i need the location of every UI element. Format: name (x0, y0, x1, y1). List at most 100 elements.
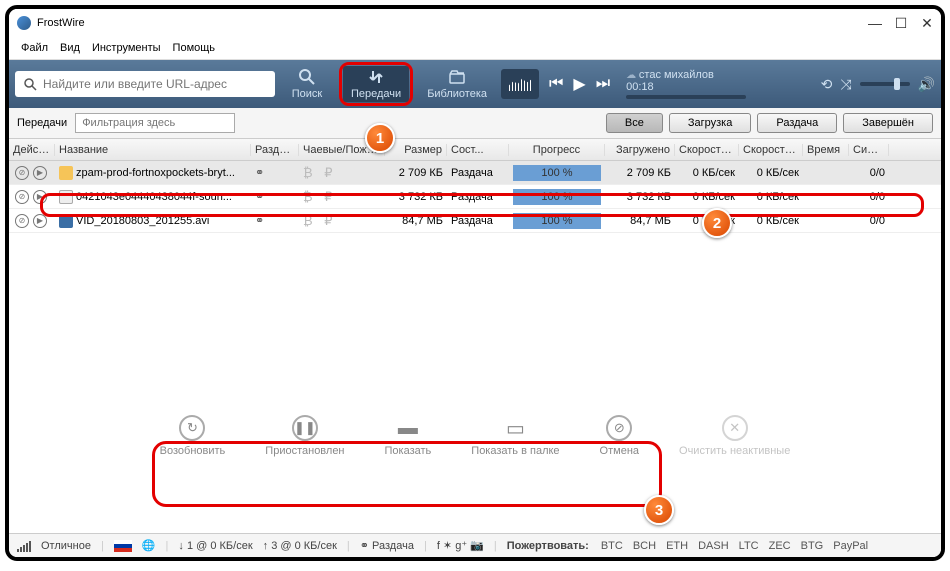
app-title: FrostWire (37, 17, 869, 29)
coin-btc[interactable]: BTC (599, 540, 625, 552)
stop-icon[interactable]: ⊘ (15, 166, 29, 180)
tab-downloading[interactable]: Загрузка (669, 113, 751, 133)
resume-button[interactable]: ↻Возобновить (160, 415, 226, 457)
pause-icon: ❚❚ (292, 415, 318, 441)
play-button[interactable]: ▶ (573, 74, 585, 94)
menu-tools[interactable]: Инструменты (88, 40, 165, 56)
tab-finished[interactable]: Завершён (843, 113, 933, 133)
upload-speed: ↑ 3 @ 0 КБ/сек (263, 540, 337, 552)
statusbar: Отличное | 🌐 | ↓ 1 @ 0 КБ/сек ↑ 3 @ 0 КБ… (9, 533, 941, 557)
playback-time: 00:18 (626, 81, 654, 93)
stop-icon[interactable]: ⊘ (15, 190, 29, 204)
soundcloud-button[interactable] (501, 69, 539, 99)
col-name[interactable]: Название (55, 144, 251, 156)
table-row[interactable]: ⊘▶VID_20180803_201255.avi⚭₿ ₽84,7 МБРазд… (9, 209, 941, 233)
col-size[interactable]: Размер (385, 144, 447, 156)
toolbar-library-button[interactable]: Библиотека (419, 66, 495, 102)
toolbar-search-button[interactable]: Поиск (281, 66, 333, 102)
file-icon (59, 214, 73, 228)
social-icons[interactable]: f ✶ g⁺ 📷 (437, 539, 484, 552)
play-icon[interactable]: ▶ (33, 166, 47, 180)
minimize-button[interactable]: — (869, 17, 881, 29)
row-size: 2 709 КБ (385, 167, 447, 179)
volume-slider[interactable] (860, 82, 910, 86)
row-downloaded: 2 709 КБ (605, 167, 675, 179)
play-icon[interactable]: ▶ (33, 214, 47, 228)
coin-zec[interactable]: ZEC (767, 540, 793, 552)
coin-paypal[interactable]: PayPal (831, 540, 870, 552)
download-speed: ↓ 1 @ 0 КБ/сек (178, 540, 252, 552)
cloud-icon: ☁ (626, 70, 636, 81)
pause-button[interactable]: ❚❚Приостановлен (265, 415, 344, 457)
col-seed[interactable]: Раздача (251, 144, 299, 156)
row-name: 0421043e04440438044f-soun... (76, 190, 232, 202)
play-icon[interactable]: ▶ (33, 190, 47, 204)
tip-icons[interactable]: ₿ ₽ (299, 189, 385, 205)
shuffle-button[interactable]: ⤨ (840, 76, 851, 93)
row-size: 3 732 КБ (385, 191, 447, 203)
progress-bar: 100 % (513, 189, 601, 205)
maximize-button[interactable]: ☐ (895, 17, 907, 29)
tab-seeding[interactable]: Раздача (757, 113, 837, 133)
search-input[interactable] (43, 77, 267, 91)
search-icon (23, 77, 37, 91)
volume-icon[interactable]: 🔊 (918, 76, 935, 93)
search-box[interactable] (15, 71, 275, 97)
col-speed-dl[interactable]: Скорость ... (675, 144, 739, 156)
soundcloud-icon (509, 77, 531, 91)
table-row[interactable]: ⊘▶zpam-prod-fortnoxpockets-bryt...⚭₿ ₽2 … (9, 161, 941, 185)
stop-icon[interactable]: ⊘ (15, 214, 29, 228)
table-body: ⊘▶zpam-prod-fortnoxpockets-bryt...⚭₿ ₽2 … (9, 161, 941, 401)
tip-icons[interactable]: ₿ ₽ (299, 165, 385, 181)
row-name: zpam-prod-fortnoxpockets-bryt... (76, 166, 235, 178)
row-downloaded: 3 732 КБ (605, 191, 675, 203)
magnifier-icon (298, 68, 316, 86)
row-speed-ul: 0 КБ/сек (739, 191, 803, 203)
seed-icon: ⚭ (251, 214, 299, 227)
menu-file[interactable]: Файл (17, 40, 52, 56)
row-speed-ul: 0 КБ/сек (739, 167, 803, 179)
menu-help[interactable]: Помощь (169, 40, 220, 56)
col-time[interactable]: Время (803, 144, 849, 156)
coin-eth[interactable]: ETH (664, 540, 690, 552)
col-progress[interactable]: Прогресс (509, 144, 605, 156)
subbar: Передачи Все Загрузка Раздача Завершён (9, 108, 941, 139)
callout-2: 2 (702, 208, 732, 238)
coin-bch[interactable]: BCH (631, 540, 658, 552)
tab-all[interactable]: Все (606, 113, 663, 133)
titlebar: FrostWire — ☐ ✕ (9, 9, 941, 37)
app-logo-icon (17, 16, 31, 30)
show-button[interactable]: ▬Показать (385, 415, 432, 457)
library-icon (448, 68, 466, 86)
tip-icons[interactable]: ₿ ₽ (299, 213, 385, 229)
clear-icon: ✕ (722, 415, 748, 441)
row-peers: 0/0 (849, 191, 889, 203)
close-button[interactable]: ✕ (921, 17, 933, 29)
progress-bar: 100 % (513, 165, 601, 181)
folder-icon: ▬ (395, 415, 421, 441)
row-state: Раздача (447, 167, 509, 179)
col-actions[interactable]: Дейст... (9, 144, 55, 156)
resume-label: Возобновить (160, 445, 226, 457)
menu-view[interactable]: Вид (56, 40, 84, 56)
cancel-button[interactable]: ⊘Отмена (600, 415, 639, 457)
col-state[interactable]: Сост... (447, 144, 509, 156)
connection-quality: Отличное (41, 540, 91, 552)
col-peers[interactable]: Сидов (849, 144, 889, 156)
clear-inactive-button[interactable]: ✕Очистить неактивные (679, 415, 790, 457)
repeat-button[interactable]: ⟲ (821, 76, 833, 93)
next-track-button[interactable]: ⏭ (596, 75, 610, 93)
col-speed-ul[interactable]: Скорость... (739, 144, 803, 156)
col-downloaded[interactable]: Загружено (605, 144, 675, 156)
prev-track-button[interactable]: ⏮ (549, 75, 563, 93)
table-row[interactable]: ⊘▶0421043e04440438044f-soun...⚭₿ ₽3 732 … (9, 185, 941, 209)
seed-icon: ⚭ (251, 166, 299, 179)
coin-ltc[interactable]: LTC (737, 540, 761, 552)
toolbar: Поиск Передачи Библиотека ⏮ ▶ ⏭ ☁ стас м… (9, 60, 941, 108)
seek-bar[interactable] (626, 95, 746, 99)
coin-dash[interactable]: DASH (696, 540, 731, 552)
toolbar-transfers-button[interactable]: Передачи (343, 66, 409, 102)
coin-btg[interactable]: BTG (799, 540, 826, 552)
filter-input[interactable] (75, 113, 235, 133)
show-in-folder-button[interactable]: ▭Показать в палке (471, 415, 559, 457)
